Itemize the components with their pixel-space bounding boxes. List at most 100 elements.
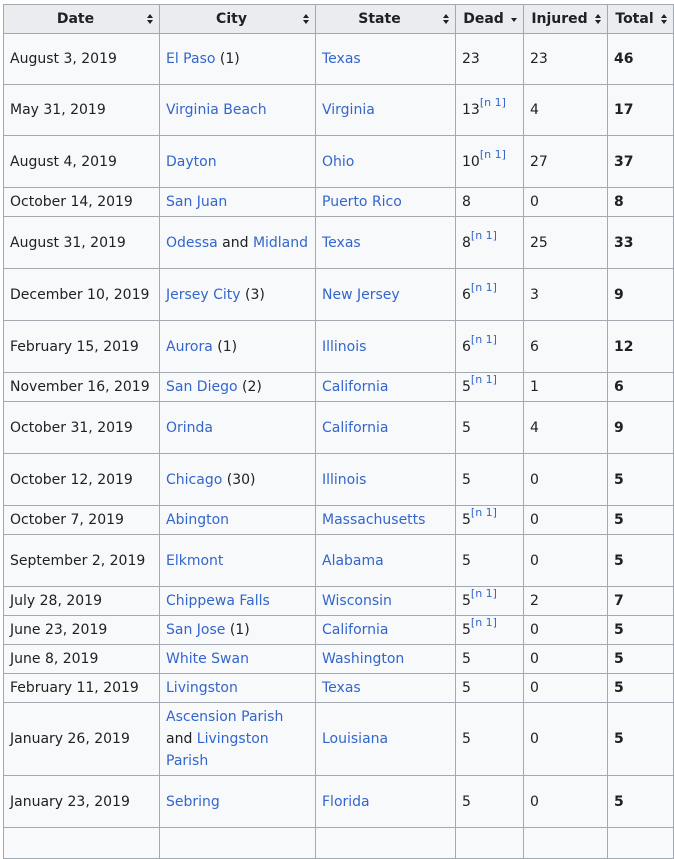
column-header-city[interactable]: City bbox=[159, 4, 316, 34]
date-text: November 16, 2019 bbox=[10, 379, 150, 395]
total-cell: 5 bbox=[607, 505, 674, 535]
state-link[interactable]: Alabama bbox=[322, 553, 384, 569]
state-cell: Virginia bbox=[315, 84, 456, 136]
date-cell: January 26, 2019 bbox=[3, 702, 160, 776]
sort-icon[interactable] bbox=[147, 14, 154, 25]
sort-icon[interactable] bbox=[595, 14, 602, 25]
injured-cell: 27 bbox=[523, 135, 608, 188]
state-link[interactable]: California bbox=[322, 622, 388, 638]
state-link[interactable]: Louisiana bbox=[322, 731, 388, 747]
injured-count: 6 bbox=[530, 338, 539, 355]
city-link[interactable]: El Paso bbox=[166, 51, 215, 67]
state-link[interactable]: Wisconsin bbox=[322, 593, 392, 609]
date-text: August 3, 2019 bbox=[10, 51, 117, 67]
column-header-dead[interactable]: Dead bbox=[455, 4, 524, 34]
total-count: 7 bbox=[614, 593, 624, 609]
state-link[interactable]: Florida bbox=[322, 794, 370, 810]
footnote-link[interactable]: [n 1] bbox=[471, 333, 497, 346]
column-header-total[interactable]: Total bbox=[607, 4, 674, 34]
footnote-link[interactable]: [n 1] bbox=[471, 617, 497, 630]
city-link[interactable]: Aurora bbox=[166, 339, 213, 355]
city-link[interactable]: Odessa bbox=[166, 235, 218, 251]
city-cell: Chippewa Falls bbox=[159, 586, 316, 616]
state-link[interactable]: Illinois bbox=[322, 472, 366, 488]
dead-cell: 23 bbox=[455, 33, 524, 85]
state-link[interactable]: Massachusetts bbox=[322, 512, 425, 528]
date-cell: February 15, 2019 bbox=[3, 320, 160, 373]
sort-icon[interactable] bbox=[443, 14, 450, 25]
dead-count: 6 bbox=[462, 338, 471, 355]
total-count: 8 bbox=[614, 194, 624, 210]
state-link[interactable]: Virginia bbox=[322, 102, 375, 118]
injured-cell: 6 bbox=[523, 320, 608, 373]
city-link[interactable]: Chicago bbox=[166, 472, 222, 488]
table-row: October 31, 2019 Orinda California 5 4 9 bbox=[3, 401, 674, 454]
city-link[interactable]: Jersey City bbox=[166, 287, 241, 303]
injured-count: 0 bbox=[530, 471, 539, 488]
column-header-label: Total bbox=[615, 11, 654, 27]
injured-cell: 0 bbox=[523, 453, 608, 506]
state-link[interactable]: Texas bbox=[322, 680, 361, 696]
shootings-table: Date City State Dead Injured Total Augus… bbox=[3, 4, 674, 859]
city-cell: San Jose (1) bbox=[159, 615, 316, 645]
column-header-label: Dead bbox=[463, 11, 504, 27]
injured-cell: 25 bbox=[523, 216, 608, 269]
city-link[interactable]: San Diego bbox=[166, 379, 238, 395]
total-cell: 7 bbox=[607, 586, 674, 616]
state-link[interactable]: Texas bbox=[322, 51, 361, 67]
state-link[interactable]: Texas bbox=[322, 235, 361, 251]
total-count: 5 bbox=[614, 731, 624, 747]
date-text: October 14, 2019 bbox=[10, 194, 133, 210]
column-header-injured[interactable]: Injured bbox=[523, 4, 608, 34]
city-link[interactable]: Ascension Parish bbox=[166, 709, 283, 725]
date-cell: October 7, 2019 bbox=[3, 505, 160, 535]
state-link[interactable]: Illinois bbox=[322, 339, 366, 355]
column-header-state[interactable]: State bbox=[315, 4, 456, 34]
date-cell: September 2, 2019 bbox=[3, 534, 160, 587]
footnote-link[interactable]: [n 1] bbox=[471, 281, 497, 294]
city-link[interactable]: Abington bbox=[166, 512, 229, 528]
dead-count: 10 bbox=[462, 153, 480, 170]
city-link[interactable]: Sebring bbox=[166, 794, 220, 810]
city-link[interactable]: Virginia Beach bbox=[166, 102, 267, 118]
footnote-link[interactable]: [n 1] bbox=[480, 96, 506, 109]
footnote-link[interactable]: [n 1] bbox=[471, 507, 497, 520]
state-link[interactable]: New Jersey bbox=[322, 287, 400, 303]
dead-count: 5 bbox=[462, 793, 471, 810]
state-link[interactable]: Ohio bbox=[322, 154, 354, 170]
footnote-link[interactable]: [n 1] bbox=[471, 588, 497, 601]
city-cell: Elkmont bbox=[159, 534, 316, 587]
city-cell: Jersey City (3) bbox=[159, 268, 316, 321]
footnote-link[interactable]: [n 1] bbox=[480, 148, 506, 161]
dead-cell: 10[n 1] bbox=[455, 135, 524, 188]
state-link[interactable]: Washington bbox=[322, 651, 404, 667]
dead-cell: 5 bbox=[455, 775, 524, 828]
city-link[interactable]: Dayton bbox=[166, 154, 217, 170]
dead-count: 5 bbox=[462, 552, 471, 569]
city-link[interactable]: Orinda bbox=[166, 420, 213, 436]
city-link[interactable]: White Swan bbox=[166, 651, 249, 667]
state-link[interactable]: California bbox=[322, 420, 388, 436]
state-cell: Illinois bbox=[315, 453, 456, 506]
city-link[interactable]: Livingston bbox=[166, 680, 238, 696]
state-link[interactable]: Puerto Rico bbox=[322, 194, 402, 210]
city-link[interactable]: Elkmont bbox=[166, 553, 223, 569]
sort-descending-icon[interactable] bbox=[511, 14, 518, 25]
injured-cell: 23 bbox=[523, 33, 608, 85]
date-cell: June 8, 2019 bbox=[3, 644, 160, 674]
column-header-date[interactable]: Date bbox=[3, 4, 160, 34]
city-link[interactable]: San Jose bbox=[166, 622, 225, 638]
city-link[interactable]: San Juan bbox=[166, 194, 227, 210]
date-cell: December 10, 2019 bbox=[3, 268, 160, 321]
date-cell: November 16, 2019 bbox=[3, 372, 160, 402]
footnote-link[interactable]: [n 1] bbox=[471, 374, 497, 387]
city-link[interactable]: Chippewa Falls bbox=[166, 593, 270, 609]
date-text: October 7, 2019 bbox=[10, 512, 124, 528]
city-link[interactable]: Midland bbox=[253, 235, 308, 251]
footnote-link[interactable]: [n 1] bbox=[471, 229, 497, 242]
sort-icon[interactable] bbox=[661, 14, 668, 25]
state-link[interactable]: California bbox=[322, 379, 388, 395]
dead-count: 5 bbox=[462, 731, 471, 747]
dead-count: 5 bbox=[462, 651, 471, 667]
sort-icon[interactable] bbox=[303, 14, 310, 25]
